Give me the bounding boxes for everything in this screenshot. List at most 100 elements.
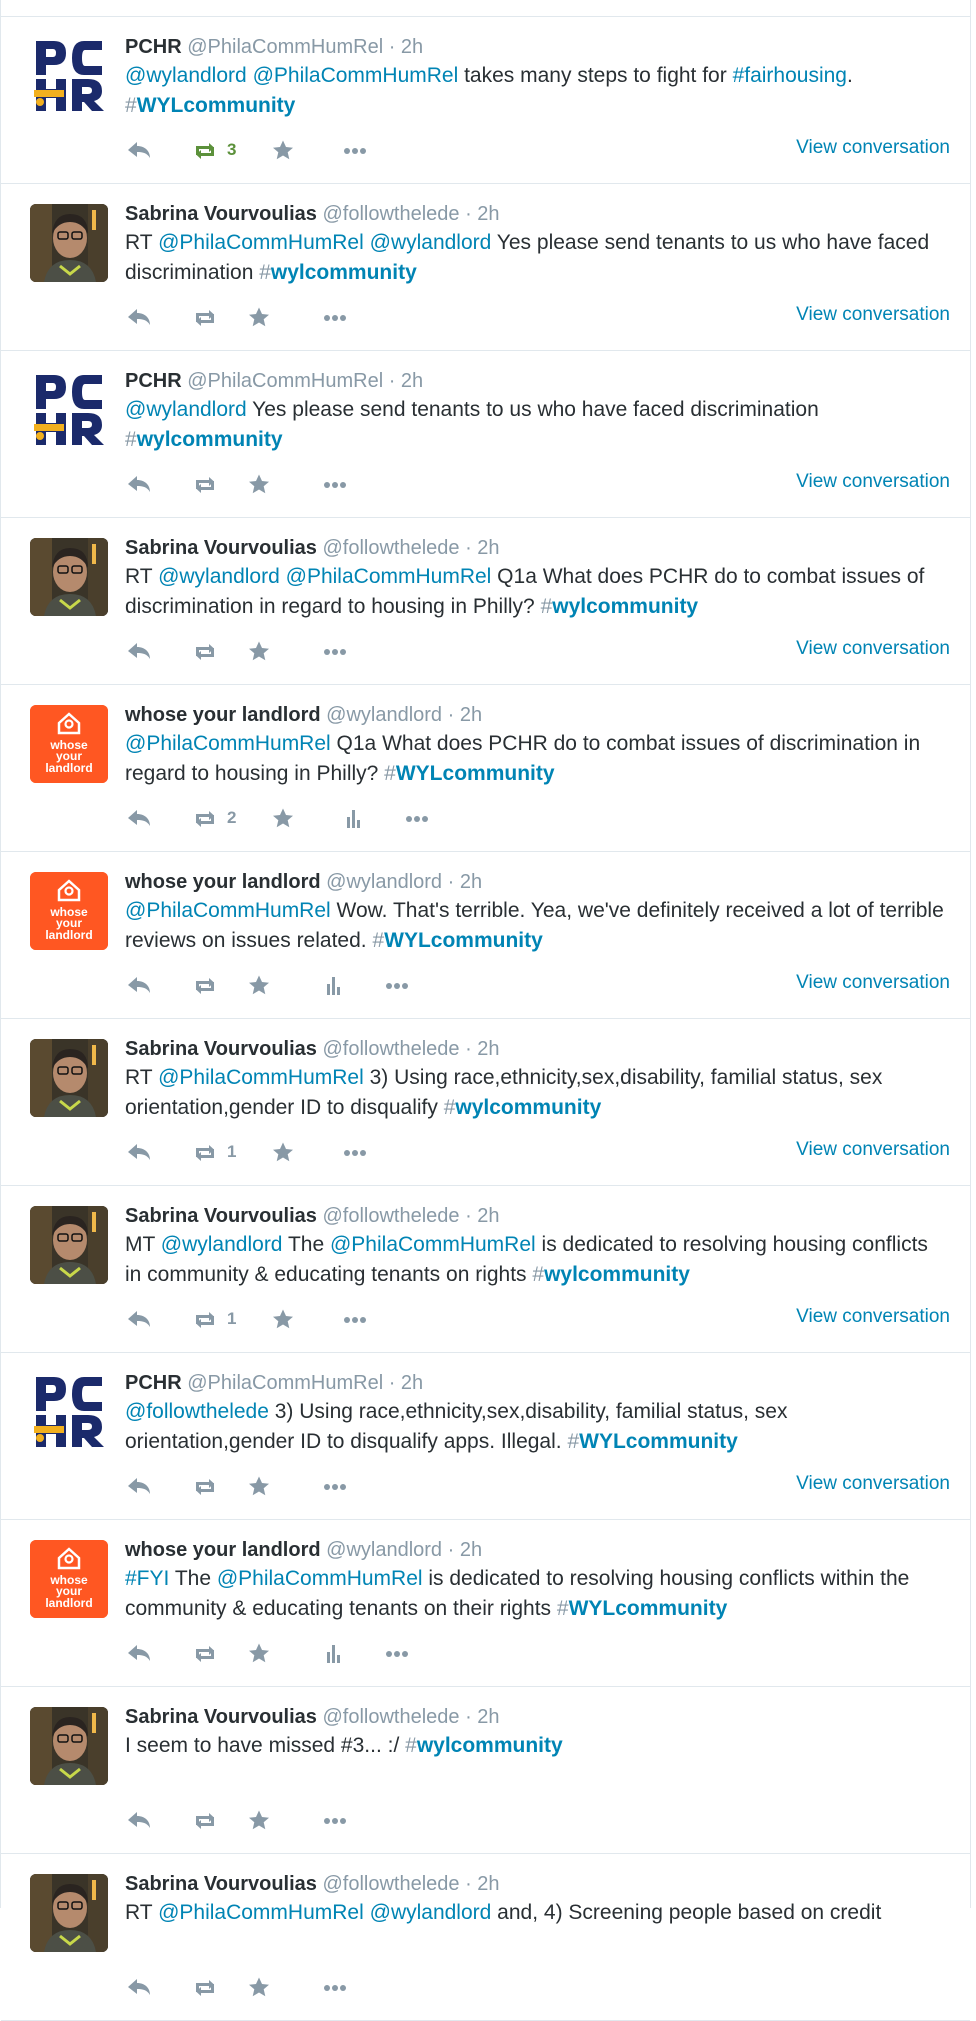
tweet-timestamp[interactable]: · 2h xyxy=(389,370,423,392)
retweet-button[interactable] xyxy=(191,469,219,499)
hashtag-link[interactable]: WYLcommunity xyxy=(569,1597,728,1620)
author-handle[interactable]: @followthelede xyxy=(322,1038,459,1060)
hashtag-link[interactable]: wylcommunity xyxy=(417,1734,563,1757)
wyl-logo-avatar[interactable]: whose your landlord xyxy=(30,705,108,783)
author-name[interactable]: Sabrina Vourvoulias xyxy=(125,537,317,559)
tweet-timestamp[interactable]: · 2h xyxy=(389,36,423,58)
author-handle[interactable]: @wylandlord xyxy=(326,704,442,726)
reply-button[interactable] xyxy=(125,1972,153,2002)
mention-link[interactable]: @PhilaCommHumRel xyxy=(125,732,331,755)
favorite-button[interactable] xyxy=(269,135,297,165)
tweet-timestamp[interactable]: · 2h xyxy=(448,871,482,893)
retweet-button[interactable] xyxy=(191,636,219,666)
author-name[interactable]: Sabrina Vourvoulias xyxy=(125,1873,317,1895)
mention-link[interactable]: @wylandlord xyxy=(125,398,247,421)
tweet-timestamp[interactable]: · 2h xyxy=(465,1706,499,1728)
author-handle[interactable]: @followthelede xyxy=(322,537,459,559)
analytics-button[interactable] xyxy=(319,970,347,1000)
retweet-button[interactable] xyxy=(191,1972,219,2002)
hashtag-link[interactable]: WYLcommunity xyxy=(384,929,543,952)
more-button[interactable] xyxy=(321,1471,349,1501)
analytics-button[interactable] xyxy=(319,1638,347,1668)
mention-link[interactable]: @wylandlord xyxy=(161,1233,283,1256)
retweet-button[interactable] xyxy=(191,302,219,332)
view-conversation-link[interactable]: View conversation xyxy=(796,304,950,326)
pchr-logo-avatar[interactable] xyxy=(30,1373,108,1451)
hashtag-link[interactable]: WYLcommunity xyxy=(579,1430,738,1453)
user-avatar[interactable] xyxy=(30,1206,108,1284)
author-handle[interactable]: @wylandlord xyxy=(326,871,442,893)
hashtag-link[interactable]: wylcommunity xyxy=(271,261,417,284)
view-conversation-link[interactable]: View conversation xyxy=(796,1139,950,1161)
user-avatar[interactable] xyxy=(30,538,108,616)
mention-link[interactable]: @PhilaCommHumRel xyxy=(286,565,492,588)
tweet-timestamp[interactable]: · 2h xyxy=(448,704,482,726)
author-handle[interactable]: @PhilaCommHumRel xyxy=(187,1372,383,1394)
retweet-button[interactable]: 3 xyxy=(191,135,236,165)
user-avatar[interactable] xyxy=(30,1707,108,1785)
retweet-button[interactable]: 2 xyxy=(191,803,236,833)
retweet-button[interactable] xyxy=(191,970,219,1000)
pchr-logo-avatar[interactable] xyxy=(30,37,108,115)
favorite-button[interactable] xyxy=(245,970,273,1000)
favorite-button[interactable] xyxy=(245,302,273,332)
more-button[interactable] xyxy=(321,469,349,499)
mention-link[interactable]: @wylandlord xyxy=(125,64,247,87)
more-button[interactable] xyxy=(403,803,431,833)
more-button[interactable] xyxy=(341,135,369,165)
author-handle[interactable]: @followthelede xyxy=(322,1706,459,1728)
view-conversation-link[interactable]: View conversation xyxy=(796,471,950,493)
author-handle[interactable]: @PhilaCommHumRel xyxy=(187,36,383,58)
reply-button[interactable] xyxy=(125,803,153,833)
wyl-logo-avatar[interactable]: whose your landlord xyxy=(30,1540,108,1618)
more-button[interactable] xyxy=(321,636,349,666)
mention-link[interactable]: @PhilaCommHumRel xyxy=(125,899,331,922)
reply-button[interactable] xyxy=(125,1304,153,1334)
reply-button[interactable] xyxy=(125,1805,153,1835)
retweet-button[interactable] xyxy=(191,1805,219,1835)
mention-link[interactable]: @PhilaCommHumRel xyxy=(158,1901,364,1924)
reply-button[interactable] xyxy=(125,1638,153,1668)
analytics-button[interactable] xyxy=(339,803,367,833)
hashtag-link[interactable]: wylcommunity xyxy=(137,428,283,451)
user-avatar[interactable] xyxy=(30,204,108,282)
author-name[interactable]: whose your landlord xyxy=(125,871,321,893)
tweet-timestamp[interactable]: · 2h xyxy=(389,1372,423,1394)
view-conversation-link[interactable]: View conversation xyxy=(796,1306,950,1328)
more-button[interactable] xyxy=(383,970,411,1000)
author-handle[interactable]: @wylandlord xyxy=(326,1539,442,1561)
author-handle[interactable]: @PhilaCommHumRel xyxy=(187,370,383,392)
reply-button[interactable] xyxy=(125,636,153,666)
view-conversation-link[interactable]: View conversation xyxy=(796,972,950,994)
more-button[interactable] xyxy=(341,1137,369,1167)
author-handle[interactable]: @followthelede xyxy=(322,1205,459,1227)
mention-link[interactable]: @PhilaCommHumRel xyxy=(158,231,364,254)
tweet-timestamp[interactable]: · 2h xyxy=(465,1873,499,1895)
wyl-logo-avatar[interactable]: whose your landlord xyxy=(30,872,108,950)
more-button[interactable] xyxy=(383,1638,411,1668)
retweet-button[interactable] xyxy=(191,1471,219,1501)
view-conversation-link[interactable]: View conversation xyxy=(796,1473,950,1495)
more-button[interactable] xyxy=(321,1805,349,1835)
mention-link[interactable]: @PhilaCommHumRel xyxy=(158,1066,364,1089)
author-name[interactable]: whose your landlord xyxy=(125,1539,321,1561)
mention-link[interactable]: @wylandlord xyxy=(370,1901,492,1924)
tweet-timestamp[interactable]: · 2h xyxy=(448,1539,482,1561)
pchr-logo-avatar[interactable] xyxy=(30,371,108,449)
mention-link[interactable]: @PhilaCommHumRel xyxy=(217,1567,423,1590)
reply-button[interactable] xyxy=(125,469,153,499)
hashtag-link[interactable]: WYLcommunity xyxy=(137,94,296,117)
tweet-timestamp[interactable]: · 2h xyxy=(465,1038,499,1060)
author-name[interactable]: Sabrina Vourvoulias xyxy=(125,203,317,225)
favorite-button[interactable] xyxy=(245,469,273,499)
reply-button[interactable] xyxy=(125,135,153,165)
hashtag-link[interactable]: wylcommunity xyxy=(544,1263,690,1286)
tweet-timestamp[interactable]: · 2h xyxy=(465,203,499,225)
user-avatar[interactable] xyxy=(30,1874,108,1952)
hashtag-link[interactable]: wylcommunity xyxy=(552,595,698,618)
reply-button[interactable] xyxy=(125,1471,153,1501)
author-name[interactable]: PCHR xyxy=(125,370,182,392)
mention-link[interactable]: @PhilaCommHumRel xyxy=(330,1233,536,1256)
author-handle[interactable]: @followthelede xyxy=(322,203,459,225)
reply-button[interactable] xyxy=(125,302,153,332)
